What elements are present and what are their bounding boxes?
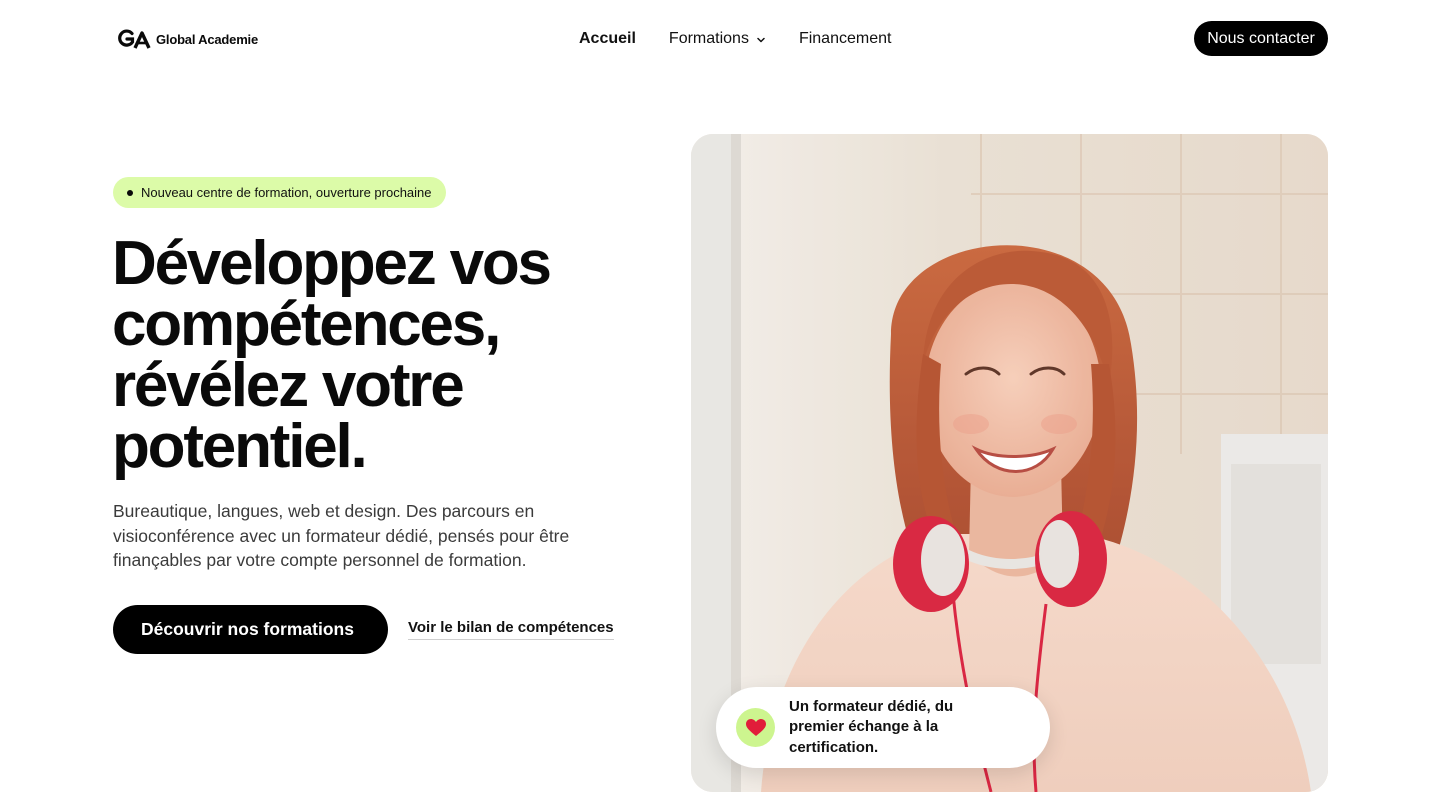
nav-item-accueil[interactable]: Accueil bbox=[579, 30, 636, 48]
badge-dot-icon bbox=[127, 190, 133, 196]
site-header: Global Academie Accueil Formations Finan… bbox=[0, 0, 1440, 78]
hero-title-line: compétences, bbox=[112, 290, 501, 359]
hero-title-line: révélez votre bbox=[112, 351, 465, 420]
contact-button[interactable]: Nous contacter bbox=[1194, 21, 1328, 56]
nav-item-formations[interactable]: Formations bbox=[669, 30, 766, 48]
heart-badge bbox=[736, 708, 775, 747]
nav-item-label: Accueil bbox=[579, 30, 636, 47]
hero-description: Bureautique, langues, web et design. Des… bbox=[113, 501, 570, 570]
main-nav: Accueil Formations Financement bbox=[579, 28, 891, 50]
skills-assessment-link[interactable]: Voir le bilan de compétences bbox=[408, 619, 614, 640]
nav-item-label: Formations bbox=[668, 30, 749, 47]
testimonial-text: Un formateur dédié, du premier échange à… bbox=[789, 697, 954, 756]
testimonial-card: Un formateur dédié, du premier échange à… bbox=[716, 687, 1050, 768]
discover-trainings-button[interactable]: Découvrir nos formations bbox=[113, 605, 388, 654]
logo[interactable]: Global Academie bbox=[118, 27, 258, 51]
ga-logo-icon bbox=[118, 29, 151, 49]
nav-item-label: Financement bbox=[798, 30, 892, 47]
chevron-down-icon bbox=[757, 37, 765, 42]
announcement-badge: Nouveau centre de formation, ouverture p… bbox=[113, 177, 446, 208]
nav-item-financement[interactable]: Financement bbox=[799, 30, 892, 48]
hero-title: Développez vos compétences, révélez votr… bbox=[112, 229, 632, 481]
hero-title-line: potentiel. bbox=[112, 412, 368, 481]
heart-icon bbox=[745, 718, 766, 736]
badge-text: Nouveau centre de formation, ouverture p… bbox=[141, 185, 432, 200]
hero-title-line: Développez vos bbox=[112, 229, 552, 298]
logo-text: Global Academie bbox=[156, 31, 258, 47]
